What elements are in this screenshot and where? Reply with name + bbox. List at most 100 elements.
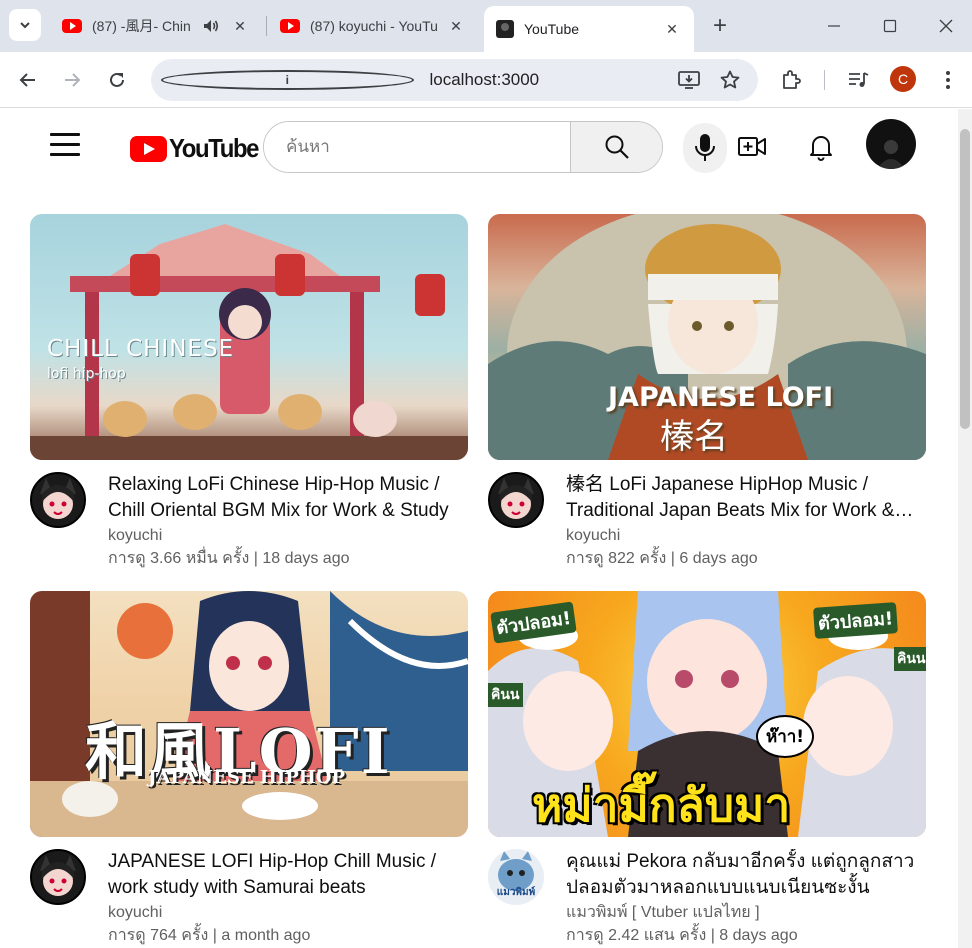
video-stats: การดู 764 ครั้ง | a month ago <box>108 927 311 944</box>
video-thumbnail[interactable]: หม่ามี๊กลับมา ตัวปลอม! ตัวปลอม! ห๊าา! คิ… <box>488 591 926 837</box>
thumbnail-title-text: หม่ามี๊กลับมา <box>532 778 791 832</box>
channel-avatar-art <box>498 478 534 519</box>
browser-tab-2[interactable]: (87) koyuchi - YouTu ✕ <box>268 8 478 44</box>
thumbnail-speech-bubble: ห๊าา! <box>756 715 815 758</box>
channel-avatar[interactable] <box>488 472 544 528</box>
tab-divider <box>266 16 267 36</box>
minimize-icon <box>828 25 840 27</box>
menu-hamburger-icon[interactable] <box>50 133 80 159</box>
create-video-button[interactable] <box>734 129 770 165</box>
thumbnail-label-text: คินน <box>488 683 523 707</box>
scrollbar-thumb[interactable] <box>960 129 970 429</box>
tab-search-button[interactable] <box>9 9 41 41</box>
video-card[interactable]: 和風LOFI JAPANESE HIPHOP JAPANESE LOFI Hip… <box>30 591 468 947</box>
channel-avatar-text: แมวพิมพ์ <box>496 887 536 898</box>
youtube-play-icon <box>130 135 167 162</box>
toolbar-divider <box>824 70 825 90</box>
youtube-logo[interactable]: YouTube <box>130 133 266 164</box>
video-card[interactable]: JAPANESE LOFI 榛名 榛名 LoFi Japanese HipHop… <box>488 214 926 570</box>
more-vertical-icon <box>946 71 950 89</box>
thumbnail-label-text: คินน <box>894 647 926 671</box>
thumbnail-title-text: CHILL CHINESE <box>47 336 235 362</box>
browser-menu-button[interactable] <box>932 64 964 96</box>
chevron-down-icon <box>20 22 30 29</box>
thumbnail-subtitle-text: lofi hip-hop <box>47 366 126 382</box>
install-app-icon[interactable] <box>678 70 700 90</box>
tab-title: (87) -風月- Chin <box>92 18 191 34</box>
search-bar <box>263 121 663 173</box>
channel-avatar[interactable] <box>30 849 86 905</box>
minimize-window-button[interactable] <box>820 12 848 40</box>
close-tab-icon[interactable]: ✕ <box>446 16 466 36</box>
channel-name[interactable]: koyuchi <box>108 524 468 548</box>
video-card[interactable]: CHILL CHINESE lofi hip-hop Relaxing LoFi… <box>30 214 468 570</box>
video-title[interactable]: Relaxing LoFi Chinese Hip-Hop Music / Ch… <box>108 472 468 524</box>
microphone-icon <box>695 134 715 161</box>
account-avatar[interactable] <box>866 119 916 169</box>
video-thumbnail[interactable]: CHILL CHINESE lofi hip-hop <box>30 214 468 460</box>
arrow-right-icon <box>65 73 81 87</box>
extensions-button[interactable] <box>776 64 808 96</box>
close-icon <box>939 19 953 33</box>
channel-avatar-art <box>40 478 76 519</box>
thumbnail-subtitle-text: 榛名 <box>660 417 728 457</box>
browser-tab-strip: (87) -風月- Chin ✕ (87) koyuchi - YouTu ✕ … <box>0 0 972 52</box>
channel-name[interactable]: แมวพิมพ์ [ Vtuber แปลไทย ] <box>566 901 926 925</box>
browser-tab-3-active[interactable]: YouTube ✕ <box>484 6 694 52</box>
speaker-icon[interactable] <box>202 17 220 35</box>
channel-name[interactable]: koyuchi <box>108 901 468 925</box>
address-bar[interactable]: i localhost:3000 <box>151 59 758 101</box>
channel-avatar[interactable] <box>30 472 86 528</box>
bell-icon <box>810 136 832 161</box>
video-stats: การดู 2.42 แสน ครั้ง | 8 days ago <box>566 927 798 944</box>
video-title[interactable]: คุณแม่ Pekora กลับมาอีกครั้ง แต่ถูกลูกสา… <box>566 849 926 901</box>
user-silhouette-icon <box>877 140 905 169</box>
close-tab-icon[interactable]: ✕ <box>230 16 250 36</box>
page-scrollbar[interactable] <box>958 109 972 948</box>
voice-search-button[interactable] <box>683 123 727 173</box>
arrow-left-icon <box>19 73 35 87</box>
notifications-button[interactable] <box>803 129 839 165</box>
youtube-header: YouTube <box>0 109 958 185</box>
playlist-music-icon <box>849 72 869 87</box>
video-thumbnail[interactable]: 和風LOFI JAPANESE HIPHOP <box>30 591 468 837</box>
search-input[interactable] <box>264 122 570 172</box>
thumbnail-subtitle-text: JAPANESE HIPHOP <box>148 767 346 788</box>
video-stats: การดู 822 ครั้ง | 6 days ago <box>566 550 758 567</box>
close-tab-icon[interactable]: ✕ <box>662 19 682 39</box>
bookmark-star-icon[interactable] <box>720 70 740 90</box>
browser-toolbar: i localhost:3000 C <box>0 52 972 108</box>
thumbnail-label-text: ตัวปลอม! <box>813 602 899 639</box>
close-window-button[interactable] <box>932 12 960 40</box>
video-thumbnail[interactable]: JAPANESE LOFI 榛名 <box>488 214 926 460</box>
youtube-favicon-icon <box>62 19 82 33</box>
new-tab-button[interactable]: + <box>706 12 734 40</box>
channel-avatar[interactable]: แมวพิมพ์ <box>488 849 544 905</box>
reload-button[interactable] <box>101 64 133 96</box>
youtube-favicon-icon <box>280 19 300 33</box>
browser-tab-1[interactable]: (87) -風月- Chin ✕ <box>50 8 262 44</box>
tab-title: (87) koyuchi - YouTu <box>310 18 438 34</box>
url-text[interactable]: localhost:3000 <box>430 70 679 90</box>
channel-avatar-art <box>40 855 76 896</box>
profile-avatar-button[interactable]: C <box>890 66 916 92</box>
search-icon <box>605 135 629 159</box>
video-title[interactable]: JAPANESE LOFI Hip-Hop Chill Music / work… <box>108 849 468 901</box>
media-controls-button[interactable] <box>842 64 874 96</box>
site-info-icon[interactable]: i <box>161 70 414 90</box>
puzzle-piece-icon <box>783 70 801 89</box>
forward-button[interactable] <box>56 64 88 96</box>
video-camera-plus-icon <box>738 137 766 156</box>
tab-title: YouTube <box>524 21 580 37</box>
maximize-icon <box>883 19 897 33</box>
back-button[interactable] <box>12 64 44 96</box>
video-title[interactable]: 榛名 LoFi Japanese HipHop Music / Traditio… <box>566 472 926 524</box>
reload-icon <box>110 72 124 87</box>
channel-name[interactable]: koyuchi <box>566 524 926 548</box>
video-card[interactable]: หม่ามี๊กลับมา ตัวปลอม! ตัวปลอม! ห๊าา! คิ… <box>488 591 926 947</box>
youtube-logo-text: YouTube <box>169 133 259 163</box>
maximize-window-button[interactable] <box>876 12 904 40</box>
page-favicon-icon <box>496 20 514 38</box>
search-button[interactable] <box>570 122 662 172</box>
video-stats: การดู 3.66 หมื่น ครั้ง | 18 days ago <box>108 550 350 567</box>
